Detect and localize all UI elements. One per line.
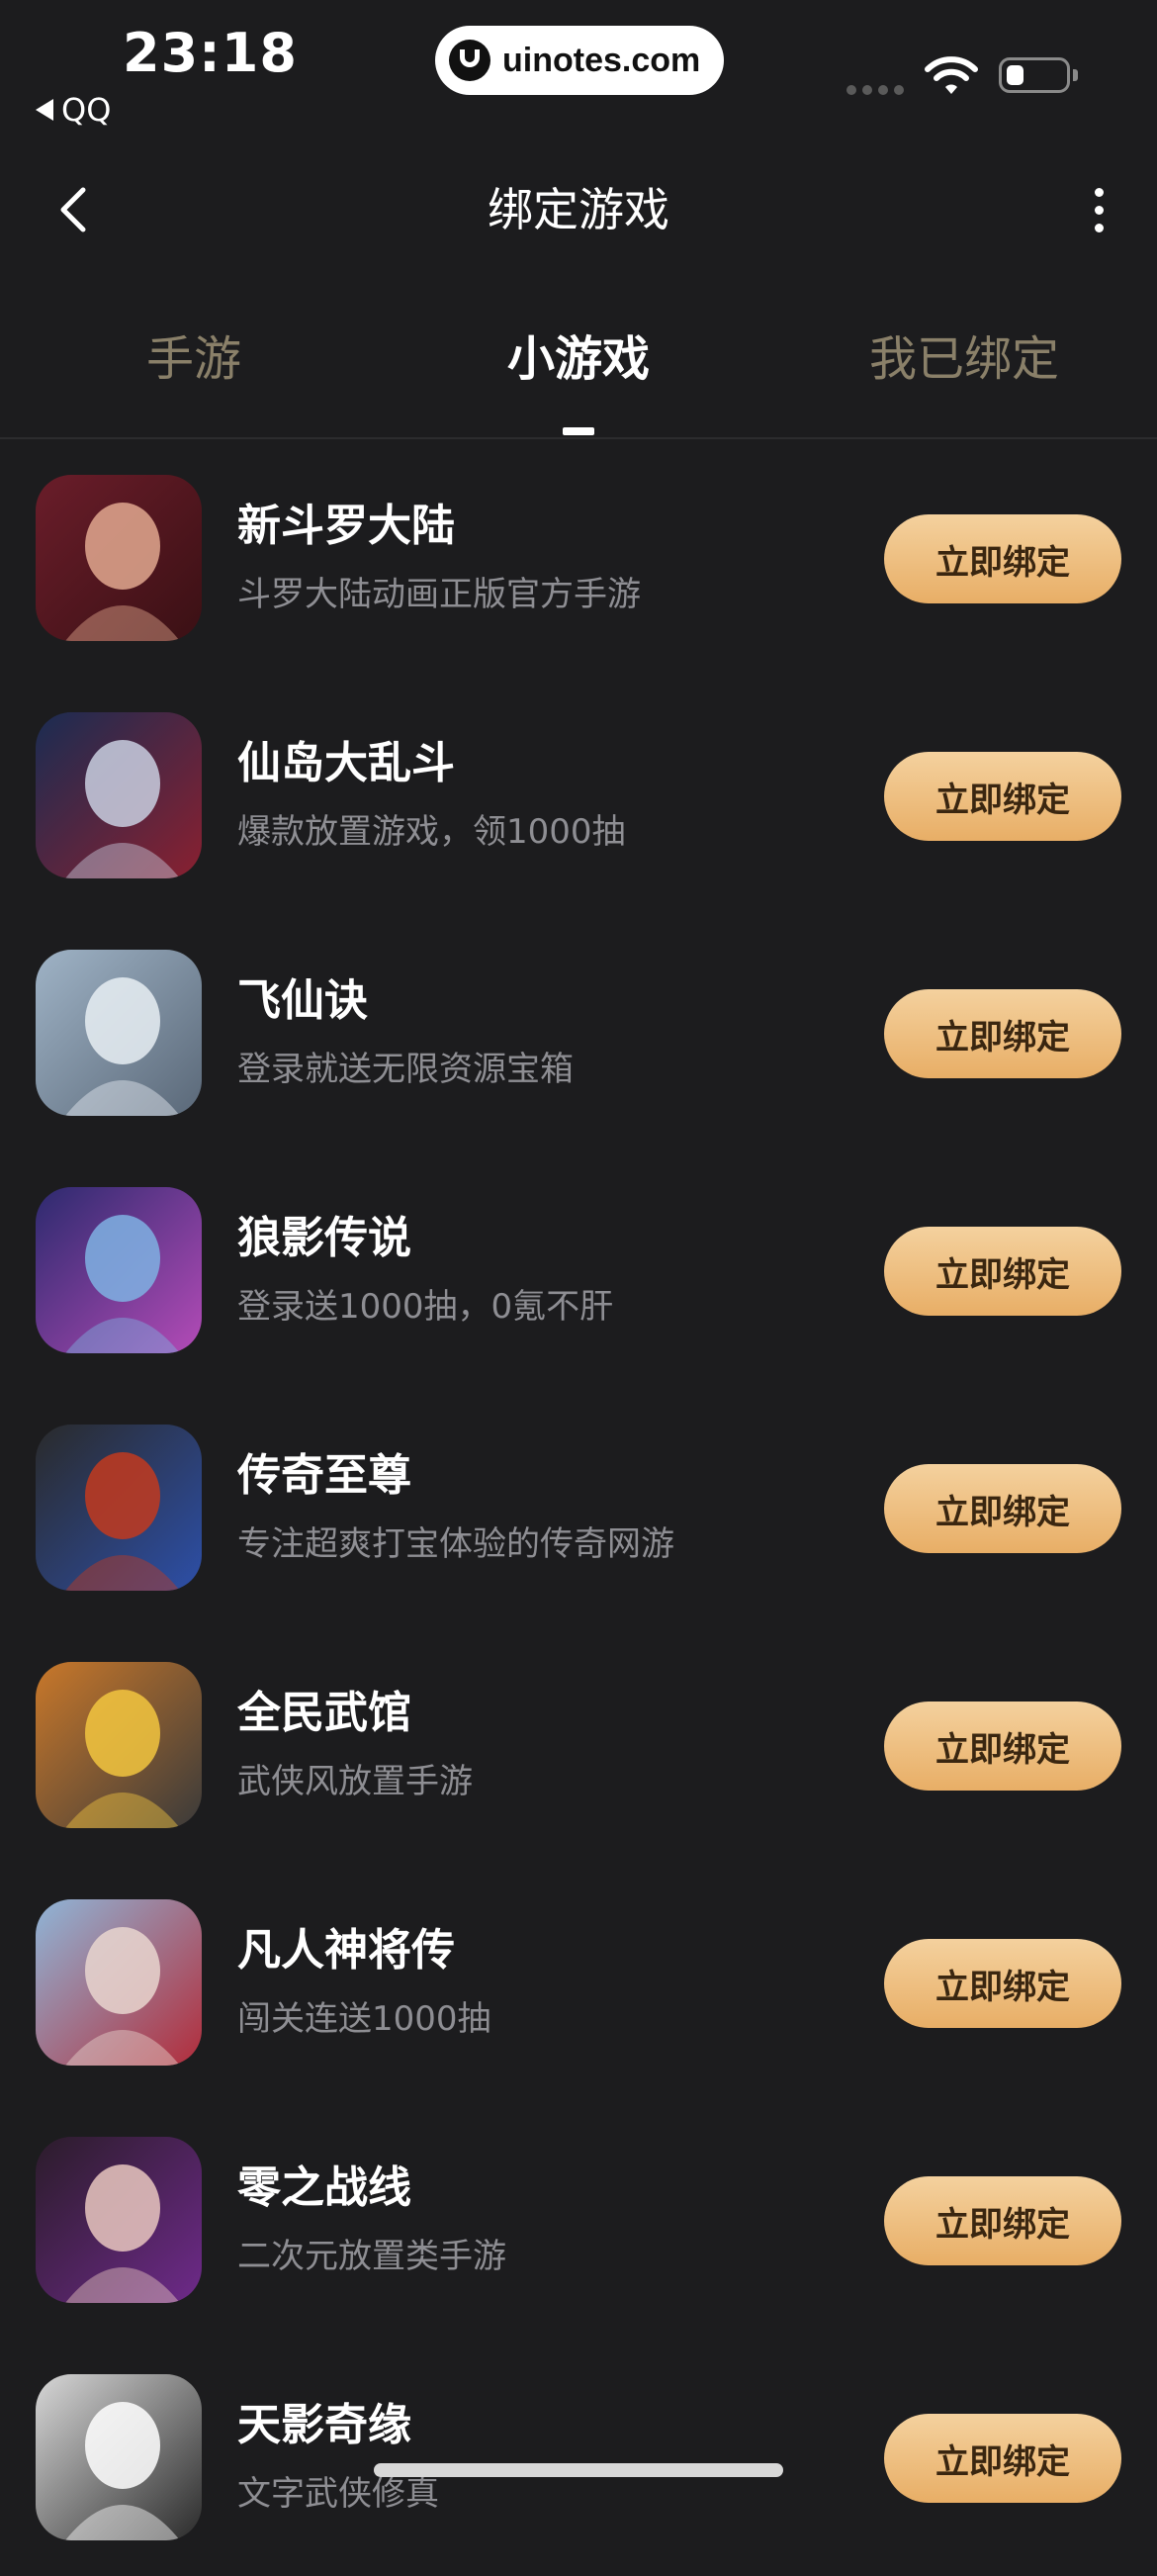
bind-now-button[interactable]: 立即绑定 (884, 752, 1121, 841)
bind-now-button[interactable]: 立即绑定 (884, 2176, 1121, 2265)
game-row[interactable]: 狼影传说登录送1000抽，0氪不肝 立即绑定 (0, 1151, 1157, 1389)
more-options-icon[interactable] (1074, 180, 1123, 239)
wifi-icon (925, 56, 978, 94)
game-art-icon (36, 1662, 202, 1828)
bind-now-button[interactable]: 立即绑定 (884, 1939, 1121, 2028)
game-description: 专注超爽打宝体验的传奇网游 (237, 1524, 674, 1564)
battery-icon (999, 57, 1070, 93)
tab-bar: 手游 小游戏 我已绑定 (0, 317, 1157, 439)
tab-mobile-games[interactable]: 手游 (146, 324, 241, 394)
game-name: 天影奇缘 (237, 2400, 411, 2450)
game-name: 传奇至尊 (237, 1450, 411, 1501)
tab-mini-games[interactable]: 小游戏 (507, 324, 650, 394)
game-description: 文字武侠修真 (237, 2474, 439, 2514)
game-row[interactable]: 天影奇缘文字武侠修真 立即绑定 (0, 2339, 1157, 2576)
game-icon[interactable] (36, 2374, 202, 2540)
active-tab-indicator (563, 427, 594, 435)
url-badge: uinotes.com (435, 26, 724, 95)
game-icon[interactable] (36, 2137, 202, 2303)
bind-now-button[interactable]: 立即绑定 (884, 2414, 1121, 2503)
game-description: 爆款放置游戏，领1000抽 (237, 812, 626, 852)
game-name: 凡人神将传 (237, 1925, 455, 1976)
game-description: 登录送1000抽，0氪不肝 (237, 1287, 614, 1327)
game-description: 斗罗大陆动画正版官方手游 (237, 575, 641, 614)
game-art-icon (36, 1899, 202, 2066)
tab-bound-games[interactable]: 我已绑定 (869, 324, 1059, 394)
game-art-icon (36, 475, 202, 641)
battery-level (1007, 65, 1024, 85)
game-icon[interactable] (36, 712, 202, 878)
nav-bar: 绑定游戏 (0, 158, 1157, 261)
bind-now-button[interactable]: 立即绑定 (884, 1702, 1121, 1791)
game-icon[interactable] (36, 950, 202, 1116)
game-description: 登录就送无限资源宝箱 (237, 1050, 574, 1089)
game-description: 武侠风放置手游 (237, 1762, 473, 1801)
game-row[interactable]: 新斗罗大陆斗罗大陆动画正版官方手游 立即绑定 (0, 439, 1157, 677)
game-art-icon (36, 2374, 202, 2540)
game-name: 零之战线 (237, 2162, 411, 2213)
game-row[interactable]: 传奇至尊专注超爽打宝体验的传奇网游 立即绑定 (0, 1389, 1157, 1626)
page-title: 绑定游戏 (488, 183, 669, 236)
game-name: 狼影传说 (237, 1213, 411, 1263)
game-art-icon (36, 950, 202, 1116)
back-triangle-icon (36, 99, 53, 121)
game-icon[interactable] (36, 1662, 202, 1828)
battery-tip (1073, 69, 1078, 81)
game-art-icon (36, 712, 202, 878)
game-name: 飞仙诀 (237, 975, 368, 1026)
bind-now-button[interactable]: 立即绑定 (884, 1464, 1121, 1553)
status-bar: 23:18 QQ uinotes.com (0, 0, 1157, 138)
bind-now-button[interactable]: 立即绑定 (884, 1227, 1121, 1316)
bind-now-button[interactable]: 立即绑定 (884, 989, 1121, 1078)
back-app-label: QQ (61, 91, 112, 129)
game-name: 新斗罗大陆 (237, 501, 455, 551)
game-row[interactable]: 飞仙诀登录就送无限资源宝箱 立即绑定 (0, 914, 1157, 1151)
game-description: 闯关连送1000抽 (237, 1999, 491, 2039)
game-icon[interactable] (36, 475, 202, 641)
home-indicator (374, 2463, 783, 2477)
back-arrow-icon[interactable] (47, 180, 107, 239)
back-to-app-link[interactable]: QQ (36, 91, 111, 129)
game-row[interactable]: 凡人神将传闯关连送1000抽 立即绑定 (0, 1864, 1157, 2101)
game-art-icon (36, 1187, 202, 1353)
game-row[interactable]: 全民武馆武侠风放置手游 立即绑定 (0, 1626, 1157, 1864)
status-time: 23:18 (123, 22, 298, 84)
game-art-icon (36, 1425, 202, 1591)
bind-now-button[interactable]: 立即绑定 (884, 514, 1121, 603)
game-icon[interactable] (36, 1187, 202, 1353)
game-row[interactable]: 仙岛大乱斗爆款放置游戏，领1000抽 立即绑定 (0, 677, 1157, 914)
game-description: 二次元放置类手游 (237, 2237, 506, 2276)
site-logo-icon (449, 40, 490, 81)
cellular-signal-icon (846, 85, 904, 95)
game-name: 全民武馆 (237, 1688, 411, 1738)
game-row[interactable]: 零之战线二次元放置类手游 立即绑定 (0, 2101, 1157, 2339)
game-name: 仙岛大乱斗 (237, 738, 455, 788)
game-art-icon (36, 2137, 202, 2303)
game-icon[interactable] (36, 1899, 202, 2066)
url-text: uinotes.com (502, 41, 701, 79)
game-icon[interactable] (36, 1425, 202, 1591)
